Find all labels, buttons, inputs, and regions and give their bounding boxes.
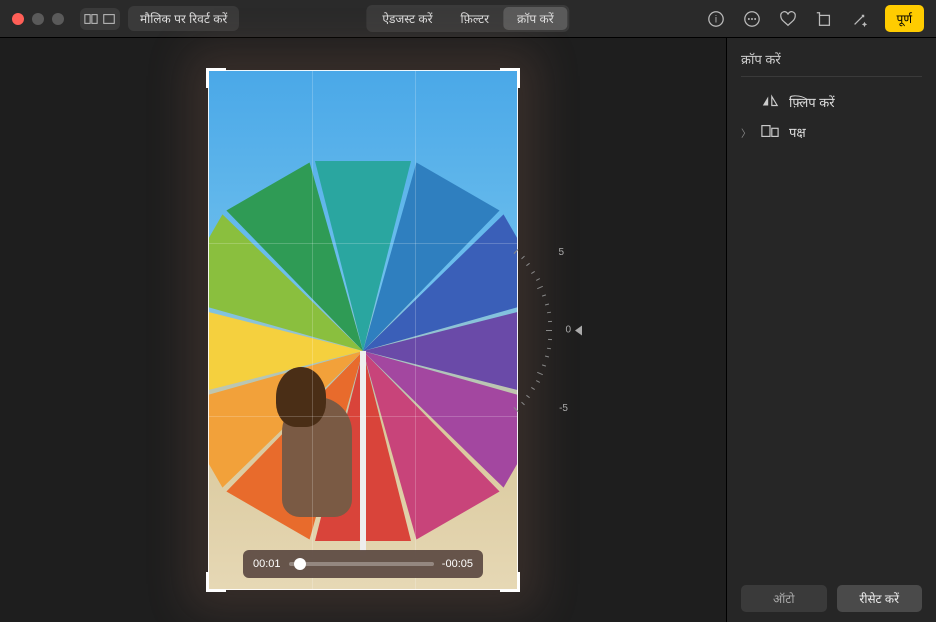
canvas-area: 00:01 -00:05 5 0 -5: [0, 38, 726, 622]
info-icon[interactable]: i: [705, 8, 727, 30]
tab-crop[interactable]: क्रॉप करें: [503, 7, 568, 30]
chevron-right-icon: 〉: [741, 125, 751, 140]
view-mode-toggle[interactable]: [80, 8, 120, 30]
split-view-icon: [82, 10, 100, 28]
reset-button[interactable]: रीसेट करें: [837, 585, 923, 612]
trim-playhead[interactable]: [294, 558, 306, 570]
person-figure: [282, 397, 352, 517]
auto-enhance-icon[interactable]: [849, 8, 871, 30]
straighten-dial[interactable]: 5 0 -5: [462, 200, 582, 460]
rotate-icon[interactable]: [813, 8, 835, 30]
trim-current-time: 00:01: [253, 558, 281, 570]
edit-tabs: ऐडजस्ट करें फ़िल्टर क्रॉप करें: [366, 5, 569, 32]
crop-stage[interactable]: 00:01 -00:05 5 0 -5: [208, 70, 518, 590]
aspect-label: पक्ष: [789, 123, 806, 141]
more-icon[interactable]: [741, 8, 763, 30]
tab-adjust[interactable]: ऐडजस्ट करें: [368, 7, 446, 30]
content: 00:01 -00:05 5 0 -5 क्रॉप करें फ़्लिप कर…: [0, 38, 936, 622]
flip-row[interactable]: फ़्लिप करें: [741, 87, 922, 117]
svg-text:i: i: [714, 14, 716, 25]
umbrella-pole: [360, 351, 366, 551]
toolbar-right: i पूर्ण: [705, 5, 925, 32]
dial-upper-label: 5: [558, 247, 564, 258]
done-button[interactable]: पूर्ण: [885, 5, 925, 32]
favorite-icon[interactable]: [777, 8, 799, 30]
flip-icon: [761, 94, 779, 111]
sidebar-footer: ऑटो रीसेट करें: [741, 585, 922, 612]
dial-pointer-icon: [575, 325, 582, 335]
window-controls: [12, 13, 64, 25]
aspect-row[interactable]: 〉 पक्ष: [741, 117, 922, 147]
revert-to-original-button[interactable]: मौलिक पर रिवर्ट करें: [128, 6, 239, 31]
dial-center: 0: [565, 325, 582, 336]
trim-remaining-time: -00:05: [442, 558, 473, 570]
sidebar-title: क्रॉप करें: [741, 50, 922, 77]
crop-sidebar: क्रॉप करें फ़्लिप करें 〉 पक्ष ऑटो रीसेट …: [726, 38, 936, 622]
titlebar: मौलिक पर रिवर्ट करें ऐडजस्ट करें फ़िल्टर…: [0, 0, 936, 38]
auto-button[interactable]: ऑटो: [741, 585, 827, 612]
flip-label: फ़्लिप करें: [789, 93, 835, 111]
trim-track[interactable]: [289, 562, 434, 566]
close-window-button[interactable]: [12, 13, 24, 25]
single-view-icon: [100, 10, 118, 28]
dial-center-label: 0: [565, 325, 571, 336]
fullscreen-window-button[interactable]: [52, 13, 64, 25]
video-trim-bar[interactable]: 00:01 -00:05: [243, 550, 483, 578]
minimize-window-button[interactable]: [32, 13, 44, 25]
dial-lower-label: -5: [559, 403, 568, 414]
tab-filters[interactable]: फ़िल्टर: [446, 7, 503, 30]
aspect-icon: [761, 124, 779, 141]
